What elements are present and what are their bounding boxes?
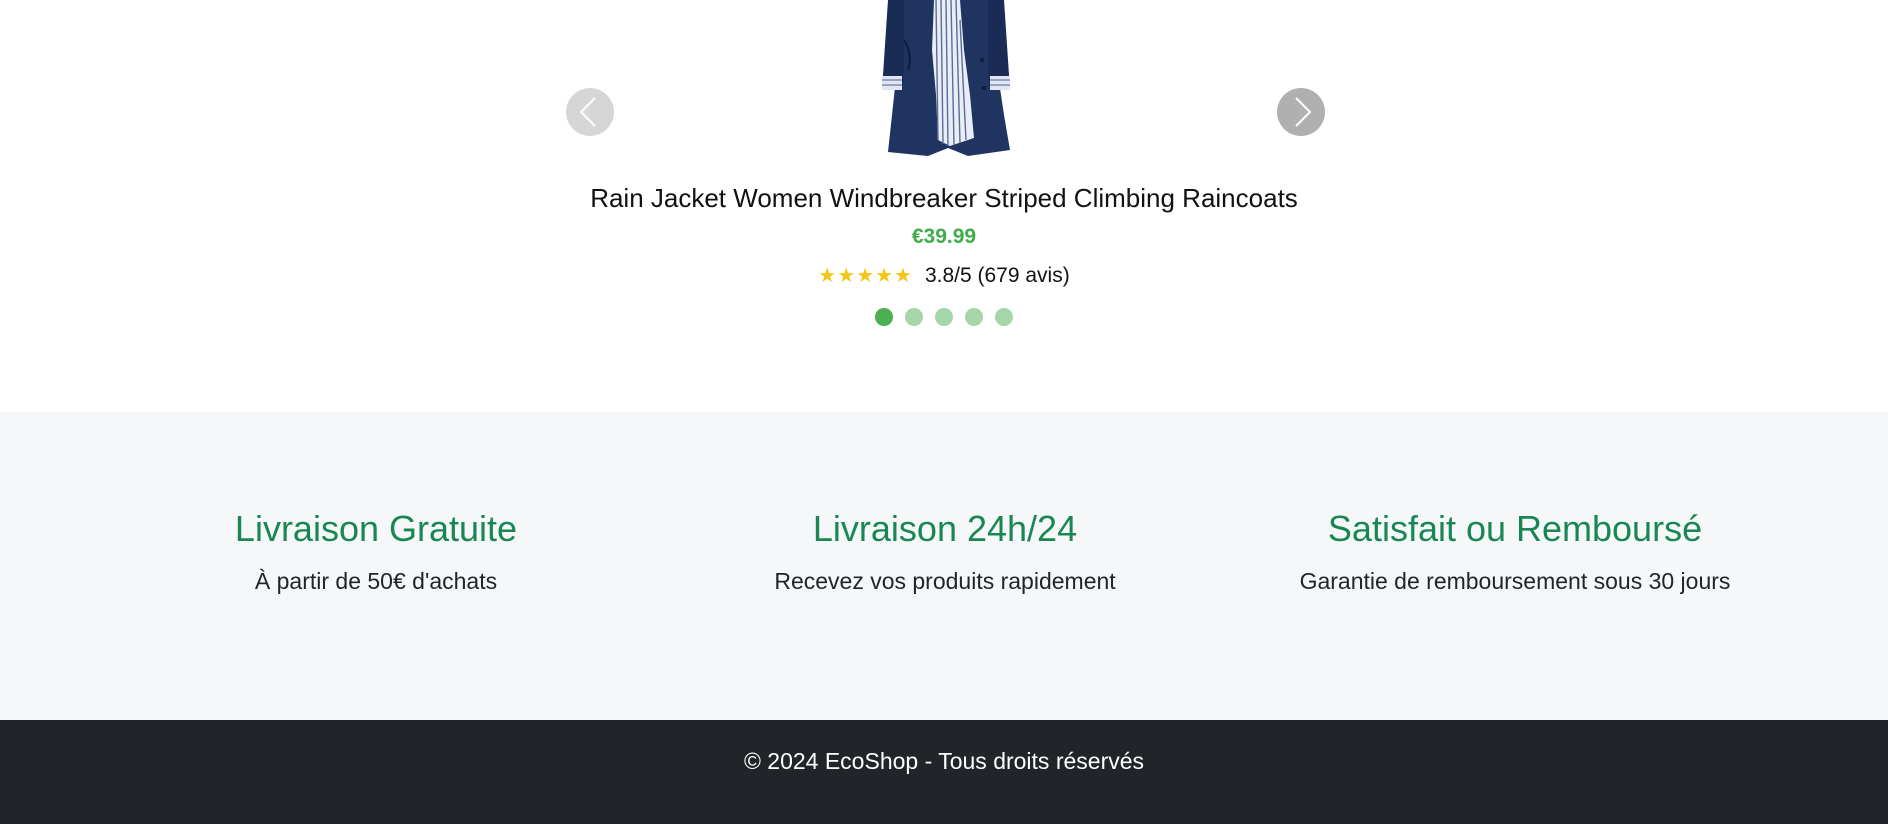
feature-text: Recevez vos produits rapidement: [774, 568, 1116, 594]
feature-title: Satisfait ou Remboursé: [1327, 508, 1703, 549]
feature-text: À partir de 50€ d'achats: [254, 568, 498, 594]
product-rating: ★★★★★ 3.8/5 (679 avis): [0, 263, 1888, 288]
features-section: Livraison Gratuite À partir de 50€ d'ach…: [0, 412, 1888, 720]
chevron-left-icon: [579, 97, 596, 127]
page: Rain Jacket Women Windbreaker Striped Cl…: [0, 0, 1888, 824]
carousel-dot-5[interactable]: [995, 308, 1013, 326]
footer: © 2024 EcoShop - Tous droits réservés: [0, 720, 1888, 824]
feature-free-shipping: Livraison Gratuite À partir de 50€ d'ach…: [76, 508, 676, 595]
product-price: €39.99: [911, 225, 977, 248]
feature-24h-delivery: Livraison 24h/24 Recevez vos produits ra…: [645, 508, 1245, 595]
copyright-text: © 2024 EcoShop - Tous droits réservés: [743, 748, 1145, 774]
star-rating-icons: ★★★★★: [818, 263, 913, 287]
carousel-dot-2[interactable]: [905, 308, 923, 326]
product-image[interactable]: [868, 0, 1024, 156]
carousel-dot-1[interactable]: [875, 308, 893, 326]
chevron-right-icon: [1295, 97, 1312, 127]
carousel-prev-button[interactable]: [566, 88, 614, 136]
feature-title: Livraison Gratuite: [234, 508, 518, 549]
feature-title: Livraison 24h/24: [812, 508, 1078, 549]
carousel-indicators: [0, 308, 1888, 326]
carousel-next-button[interactable]: [1277, 88, 1325, 136]
carousel-dot-4[interactable]: [965, 308, 983, 326]
product-title[interactable]: Rain Jacket Women Windbreaker Striped Cl…: [0, 183, 1888, 214]
rating-text: 3.8/5 (679 avis): [924, 264, 1070, 287]
feature-money-back: Satisfait ou Remboursé Garantie de rembo…: [1215, 508, 1815, 595]
feature-text: Garantie de remboursement sous 30 jours: [1299, 568, 1731, 594]
carousel-dot-3[interactable]: [935, 308, 953, 326]
product-carousel: Rain Jacket Women Windbreaker Striped Cl…: [0, 0, 1888, 412]
